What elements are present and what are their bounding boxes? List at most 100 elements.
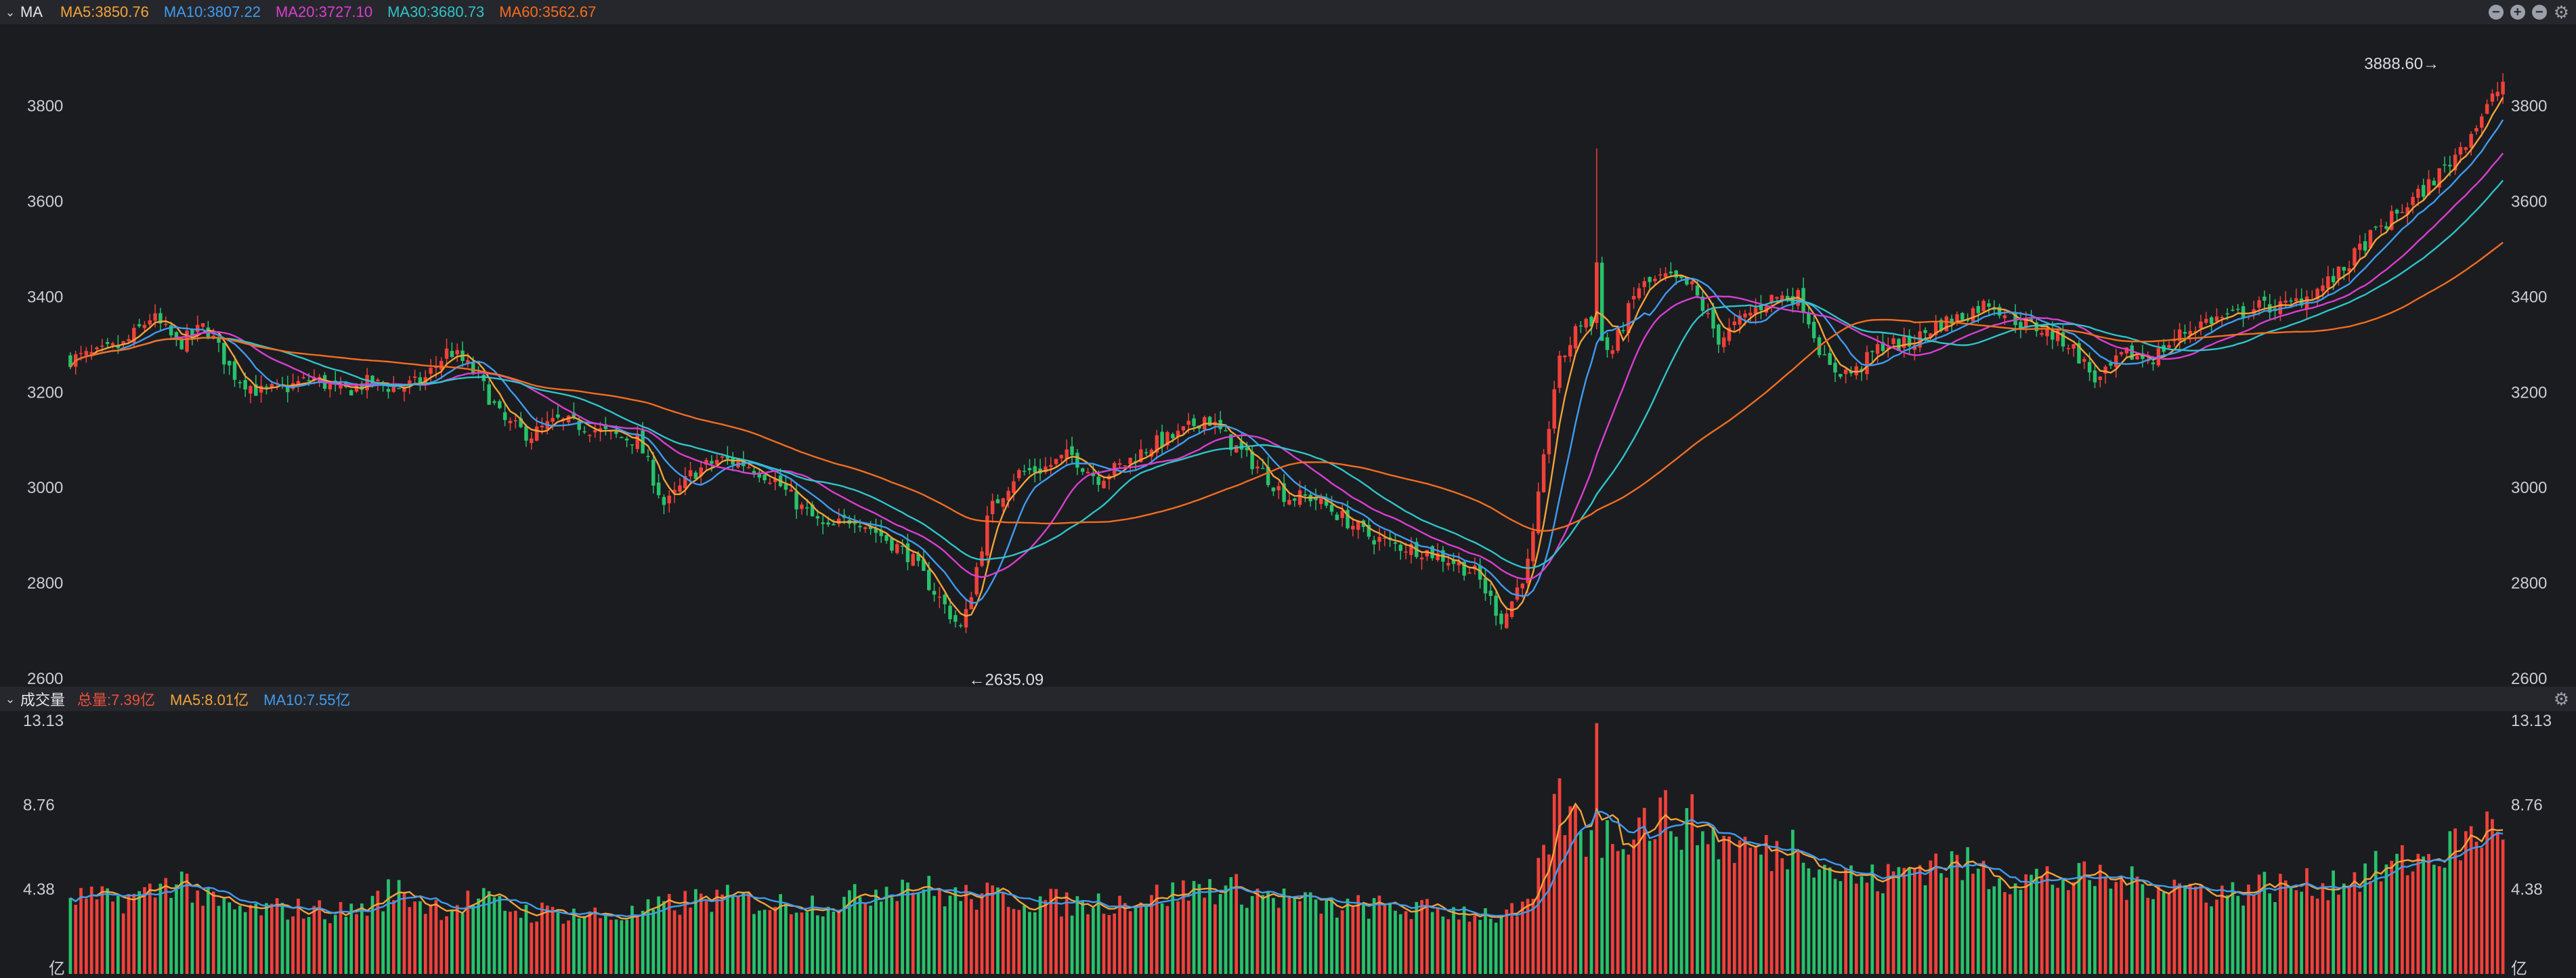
volume-bar [249,905,253,974]
volume-bar [201,906,205,974]
candle-body [2225,313,2229,315]
volume-bar [280,903,284,974]
candle-body [1123,465,1128,467]
volume-indicator-name[interactable]: 成交量 [20,688,65,710]
candlestick-chart[interactable]: 3800 3600 3400 3200 3000 2800 2600 3800 3600 340… [0,24,2576,687]
volume-bar [1727,836,1731,974]
candle-body [905,543,910,562]
volume-bar [2178,883,2182,974]
minimize-icon[interactable]: − [2531,5,2547,20]
volume-bar [1218,894,1222,974]
volume-bar [545,906,549,974]
candle-body [1017,470,1021,479]
volume-bar [301,918,305,974]
volume-bar [572,908,576,974]
candle-body [1870,351,1874,352]
gear-icon[interactable]: ⚙ [2554,3,2569,21]
candle-body [110,343,115,345]
candle-body [238,382,242,383]
zoom-out-icon[interactable]: − [2488,5,2504,20]
candle-body [524,426,528,441]
volume-bar [1335,917,1339,974]
volume-bar [1033,912,1037,974]
candle-body [1144,452,1149,454]
volume-bar [970,899,973,974]
candle-body [1351,526,1355,530]
volume-bar [1653,839,1657,974]
volume-bar [577,918,581,974]
volume-bar [2231,882,2235,974]
volume-bar [1394,910,1397,974]
volume-bar [710,912,714,974]
volume-bar [402,893,406,974]
volume-bar [2422,856,2426,974]
volume-bar [1918,865,1922,974]
volume-bar [2358,891,2362,974]
volume-bar [1526,899,1530,974]
volume-bar [1096,893,1100,974]
candle-body [2278,301,2283,314]
candle-body [1976,305,1981,314]
volume-bar [513,910,517,974]
candle-body [2480,116,2484,128]
candle-body [1086,471,1090,473]
candle-body [1775,297,1779,299]
candle-body [471,362,475,373]
candle-body [1637,288,1641,299]
candle-body [953,615,958,622]
candle-body [720,456,725,458]
candle-body [365,375,369,391]
volume-bar [2172,879,2176,974]
volume-bar [2183,885,2187,974]
volume-bar [286,919,290,974]
candle-body [1971,308,1975,322]
volume-bar [297,898,300,974]
volume-bar [1558,778,1562,974]
volume-bar [2024,874,2028,974]
volume-bar [1197,884,1201,974]
candle-body [1579,325,1583,327]
volume-bar [106,888,110,974]
volume-bar [455,905,459,974]
indicator-name[interactable]: MA [20,3,43,21]
volume-bar [858,897,862,974]
volume-bar [1780,858,1784,974]
candle-body [551,418,555,422]
collapse-chevron-icon[interactable]: ⌄ [0,692,20,706]
volume-bar [2125,899,2128,974]
volume-bar [1351,905,1355,974]
candle-body [1807,313,1811,324]
candle-body [391,386,396,392]
volume-bar [731,895,735,974]
volume-bar [360,903,364,974]
volume-bar [1960,880,1965,974]
volume-chart[interactable]: 13.13 8.76 4.38 亿 13.13 8.76 4.38 亿 [0,711,2576,978]
volume-bar [344,916,348,974]
volume-bar [593,907,597,974]
volume-bar [1743,836,1747,974]
volume-bar [434,899,438,974]
gear-icon[interactable]: ⚙ [2554,690,2569,708]
volume-bar [365,915,369,974]
volume-bar [556,912,560,974]
volume-bar [773,906,777,974]
candle-body [481,375,486,381]
collapse-chevron-icon[interactable]: ⌄ [0,5,20,20]
volume-bar [429,904,433,974]
volume-bar [2459,860,2462,974]
candle-body [2432,180,2437,186]
candle-body [1960,313,1965,320]
candle-body [2331,276,2336,282]
volume-bar [2437,866,2441,974]
zoom-in-icon[interactable]: + [2510,5,2525,20]
candle-body [487,384,491,405]
volume-bar [1568,806,1572,974]
volume-bar [1452,907,1455,974]
candle-body [582,431,586,433]
volume-bar [1441,916,1445,974]
volume-bar [1818,869,1821,974]
volume-bar [599,918,602,974]
volume-bar [672,910,677,974]
candle-body [127,339,131,341]
volume-bars [68,723,2505,974]
